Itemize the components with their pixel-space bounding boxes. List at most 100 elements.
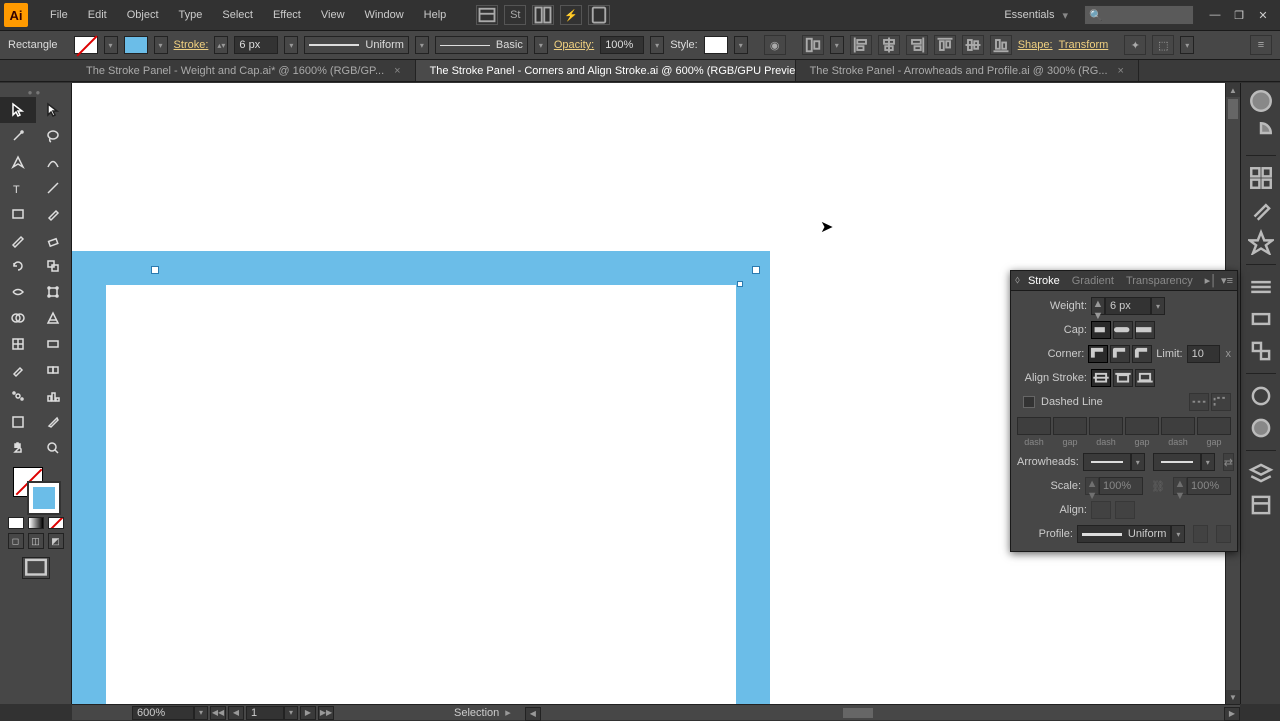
hand-tool[interactable] (0, 435, 36, 461)
prev-artboard-button[interactable]: ◀ (228, 706, 244, 720)
magic-wand-tool[interactable] (0, 123, 36, 149)
corner-miter-button[interactable] (1088, 345, 1108, 363)
menu-file[interactable]: File (40, 9, 78, 21)
selection-tool[interactable] (0, 97, 36, 123)
arrowhead-end-combo[interactable]: ▾ (1153, 453, 1215, 471)
draw-inside-icon[interactable]: ◩ (48, 533, 64, 549)
zoom-input[interactable]: 600% (132, 706, 194, 720)
last-artboard-button[interactable]: ▶▶ (318, 706, 334, 720)
status-dropdown-icon[interactable]: ▸ (505, 706, 511, 719)
gradient-tab[interactable]: Gradient (1066, 275, 1120, 287)
align-menu-dropdown[interactable]: ▾ (830, 36, 844, 54)
artboard-dropdown[interactable]: ▾ (284, 706, 298, 720)
panel-menu-icon[interactable]: ▾≡ (1221, 274, 1233, 287)
profile-combo[interactable]: Uniform ▾ (1077, 525, 1186, 543)
perspective-tool[interactable] (36, 305, 72, 331)
scroll-right-icon[interactable]: ▶ (1224, 707, 1240, 721)
shape-builder-tool[interactable] (0, 305, 36, 331)
stroke-indicator[interactable] (29, 483, 59, 513)
stroke-weight-dropdown[interactable]: ▾ (284, 36, 298, 54)
pen-tool[interactable] (0, 149, 36, 175)
align-menu-icon[interactable] (802, 35, 824, 55)
miter-limit-input[interactable]: 10 (1187, 345, 1220, 363)
align-left-icon[interactable] (850, 35, 872, 55)
gradient-tool[interactable] (36, 331, 72, 357)
horizontal-scrollbar[interactable]: ◀ ▶ (523, 707, 1240, 719)
symbols-panel-icon[interactable] (1248, 230, 1274, 254)
color-guide-panel-icon[interactable] (1248, 121, 1274, 145)
menu-window[interactable]: Window (355, 9, 414, 21)
weight-input[interactable]: 6 px (1105, 297, 1151, 315)
zoom-tool[interactable] (36, 435, 72, 461)
isolate-icon[interactable]: ✦ (1124, 35, 1146, 55)
document-tab-2[interactable]: The Stroke Panel - Corners and Align Str… (416, 60, 796, 81)
recolor-icon[interactable]: ◉ (764, 35, 786, 55)
column-graph-tool[interactable] (36, 383, 72, 409)
fill-dropdown[interactable]: ▾ (104, 36, 118, 54)
brush-definition-combo[interactable]: Uniform (304, 36, 409, 54)
scale-tool[interactable] (36, 253, 72, 279)
align-bottom-icon[interactable] (990, 35, 1012, 55)
scroll-thumb[interactable] (1228, 99, 1238, 119)
panel-menu-icon[interactable]: ≡ (1250, 35, 1272, 55)
libraries-panel-icon[interactable] (1248, 493, 1274, 517)
brush-dropdown[interactable]: ▾ (415, 36, 429, 54)
color-mode-icon[interactable] (8, 517, 24, 529)
align-top-icon[interactable] (934, 35, 956, 55)
opacity-dropdown[interactable]: ▾ (650, 36, 664, 54)
corner-bevel-button[interactable] (1132, 345, 1152, 363)
appearance-panel-icon[interactable] (1248, 384, 1274, 408)
dashed-line-checkbox[interactable] (1023, 396, 1035, 408)
artboard-input[interactable]: 1 (246, 706, 284, 720)
shape-label-link[interactable]: Shape: (1018, 39, 1053, 51)
menu-view[interactable]: View (311, 9, 355, 21)
document-tab-1[interactable]: The Stroke Panel - Weight and Cap.ai* @ … (72, 60, 416, 81)
profile-dropdown[interactable]: ▾ (534, 36, 548, 54)
transform-label-link[interactable]: Transform (1059, 39, 1109, 51)
workspace-dropdown-icon[interactable]: ▾ (1062, 9, 1076, 22)
menu-object[interactable]: Object (117, 9, 169, 21)
graphic-style-dropdown[interactable]: ▾ (734, 36, 748, 54)
maximize-button[interactable]: ❐ (1230, 7, 1248, 23)
free-transform-tool[interactable] (36, 279, 72, 305)
weight-stepper[interactable]: ▲▼ (1091, 297, 1105, 315)
line-tool[interactable] (36, 175, 72, 201)
layers-panel-icon[interactable] (1248, 461, 1274, 485)
anchor-point[interactable] (737, 281, 743, 287)
fill-swatch[interactable] (74, 36, 98, 54)
draw-normal-icon[interactable]: ◻ (8, 533, 24, 549)
stroke-panel-icon[interactable] (1248, 275, 1274, 299)
selected-rectangle[interactable] (72, 251, 770, 704)
stroke-label-link[interactable]: Stroke: (174, 39, 209, 51)
eyedropper-tool[interactable] (0, 357, 36, 383)
pencil-tool[interactable] (0, 227, 36, 253)
none-mode-icon[interactable] (48, 517, 64, 529)
menu-type[interactable]: Type (169, 9, 213, 21)
edit-icon[interactable]: ⬚ (1152, 35, 1174, 55)
graphic-styles-panel-icon[interactable] (1248, 416, 1274, 440)
workspace-switcher[interactable]: Essentials (996, 9, 1062, 21)
corner-round-button[interactable] (1110, 345, 1130, 363)
slice-tool[interactable] (36, 409, 72, 435)
zoom-dropdown[interactable]: ▾ (194, 706, 208, 720)
stroke-tab[interactable]: Stroke (1022, 275, 1066, 287)
rotate-tool[interactable] (0, 253, 36, 279)
close-button[interactable]: ✕ (1254, 7, 1272, 23)
opacity-input[interactable]: 100% (600, 36, 644, 54)
gradient-mode-icon[interactable] (28, 517, 44, 529)
scroll-up-icon[interactable]: ▲ (1226, 83, 1240, 97)
draw-behind-icon[interactable]: ◫ (28, 533, 44, 549)
collapse-icon[interactable]: ▸│ (1205, 274, 1217, 287)
menu-effect[interactable]: Effect (263, 9, 311, 21)
width-tool[interactable] (0, 279, 36, 305)
opacity-label-link[interactable]: Opacity: (554, 39, 594, 51)
menu-select[interactable]: Select (212, 9, 263, 21)
gradient-panel-icon[interactable] (1248, 307, 1274, 331)
color-panel-icon[interactable] (1248, 89, 1274, 113)
align-stroke-inside-button[interactable] (1113, 369, 1133, 387)
stroke-swatch[interactable] (124, 36, 148, 54)
menu-edit[interactable]: Edit (78, 9, 117, 21)
flash-icon[interactable]: ⚡ (560, 5, 582, 25)
mesh-tool[interactable] (0, 331, 36, 357)
scroll-left-icon[interactable]: ◀ (525, 707, 541, 721)
